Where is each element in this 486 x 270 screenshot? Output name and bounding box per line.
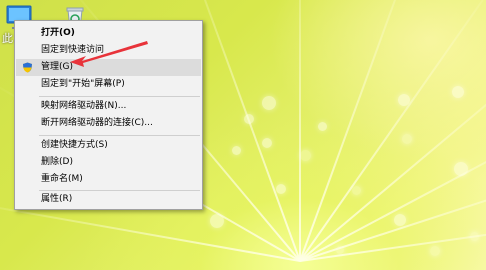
annotation-arrow: [70, 41, 148, 67]
